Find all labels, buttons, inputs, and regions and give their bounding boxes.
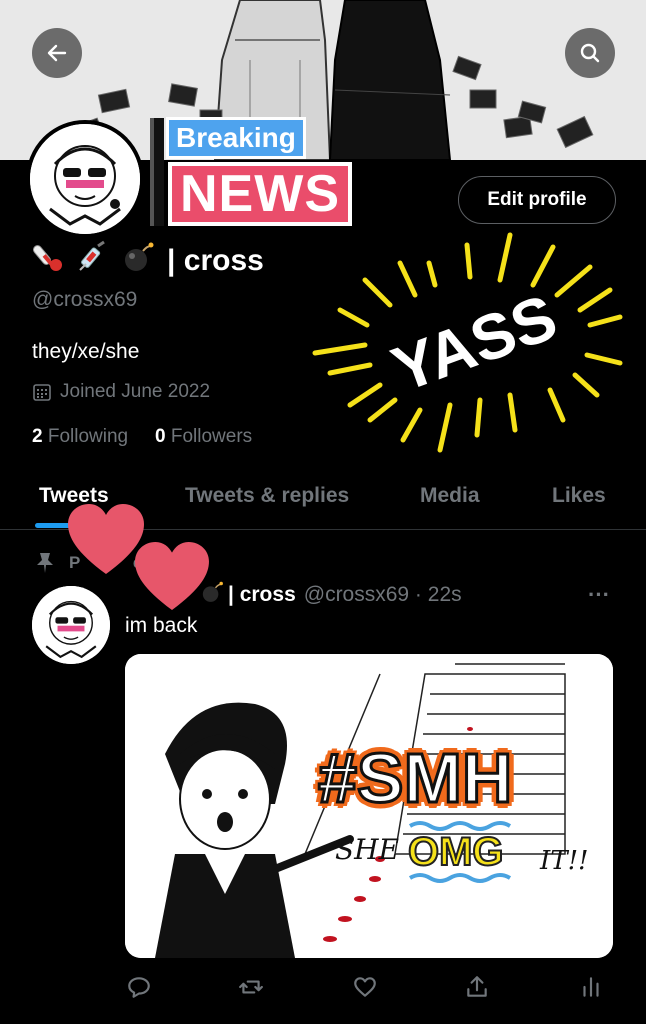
news-sticker: NEWS — [168, 162, 352, 226]
avatar-image — [30, 124, 140, 234]
tweet-handle-time: @crossx69 · 22s — [303, 583, 462, 606]
image-caption-she: SHE — [335, 833, 399, 866]
profile-name: | cross — [32, 240, 264, 282]
profile-avatar[interactable] — [26, 120, 144, 238]
following-label: Following — [47, 426, 129, 447]
arrow-left-icon — [47, 44, 67, 62]
following-count: 2 — [32, 426, 43, 447]
followers-label: Followers — [170, 426, 253, 447]
share-icon — [467, 976, 487, 997]
tab-media[interactable]: Media — [420, 484, 480, 508]
like-button[interactable] — [350, 972, 380, 1002]
omg-text: OMG — [407, 829, 505, 875]
heart-sticker-icon-2 — [135, 541, 209, 611]
calendar-icon — [33, 384, 51, 401]
thermometer-icon — [32, 240, 66, 282]
tab-tweets-replies[interactable]: Tweets & replies — [185, 484, 349, 508]
breaking-sticker: Breaking — [166, 117, 306, 159]
edit-profile-button[interactable]: Edit profile — [458, 176, 616, 224]
share-button[interactable] — [462, 972, 492, 1002]
analytics-icon — [583, 977, 599, 997]
joined-date: Joined June 2022 — [32, 381, 210, 403]
sticker-bar — [150, 118, 164, 226]
tweet-avatar-image — [32, 586, 110, 664]
followers-count: 0 — [155, 426, 166, 447]
search-button[interactable] — [565, 28, 615, 78]
profile-bio: they/xe/she — [32, 340, 140, 363]
profile-handle: @crossx69 — [32, 288, 138, 311]
more-options-button[interactable]: ··· — [588, 582, 610, 608]
following-link[interactable]: 2 Following — [32, 426, 128, 448]
image-caption-it: IT!! — [539, 846, 589, 876]
search-icon — [580, 43, 600, 63]
joined-text: Joined June 2022 — [60, 381, 211, 402]
tweet-author-name[interactable]: | cross — [228, 583, 296, 607]
back-button[interactable] — [32, 28, 82, 78]
tweet-avatar[interactable] — [32, 586, 110, 664]
smh-sticker: #SMH — [316, 739, 513, 818]
retweet-icon — [239, 980, 263, 994]
yass-sticker: YASS — [312, 232, 623, 453]
syringe-icon — [76, 240, 110, 282]
analytics-button[interactable] — [576, 972, 606, 1002]
profile-name-text: | cross — [167, 244, 264, 277]
reply-button[interactable] — [124, 972, 154, 1002]
heart-icon — [354, 977, 376, 997]
tweet-text: im back — [125, 614, 198, 637]
tab-likes[interactable]: Likes — [552, 484, 606, 508]
retweet-button[interactable] — [236, 972, 266, 1002]
yass-text: YASS — [383, 280, 566, 405]
bomb-icon — [121, 240, 155, 282]
followers-link[interactable]: 0 Followers — [155, 426, 252, 448]
pin-icon — [37, 553, 53, 573]
omg-sticker: OMG — [404, 818, 522, 886]
reply-icon — [128, 977, 150, 998]
